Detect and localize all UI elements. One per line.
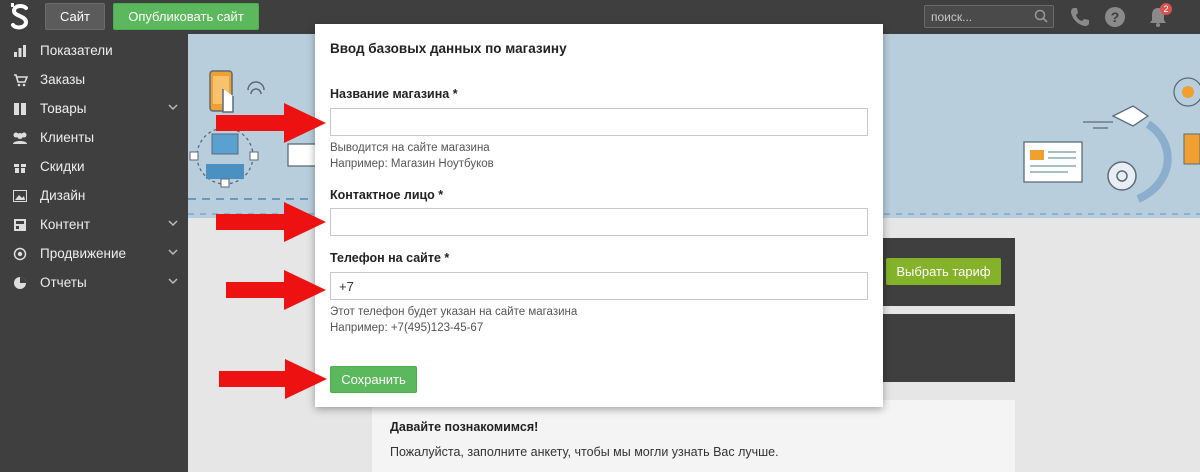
sidebar-item-design[interactable]: Дизайн [0, 181, 188, 210]
target-icon [0, 247, 40, 261]
logo[interactable] [0, 0, 40, 34]
contact-label: Контактное лицо * [330, 188, 444, 202]
sidebar-item-clients[interactable]: Клиенты [0, 123, 188, 152]
sidebar-item-products[interactable]: Товары [0, 94, 188, 123]
phone-icon[interactable] [1068, 5, 1092, 29]
search-box[interactable] [924, 5, 1054, 28]
notification-badge: 2 [1160, 3, 1172, 15]
phone-hint: Этот телефон будет указан на сайте магаз… [330, 306, 578, 318]
chevron-down-icon[interactable] [168, 276, 178, 286]
store-name-hint: Выводится на сайте магазина [330, 142, 490, 154]
intro-card: Давайте познакомимся! Пожалуйста, заполн… [372, 400, 1015, 472]
pie-chart-icon [0, 276, 40, 290]
users-icon [0, 131, 40, 145]
search-input[interactable] [931, 9, 1031, 25]
site-button[interactable]: Сайт [45, 3, 105, 30]
contact-input[interactable] [330, 208, 868, 236]
card-text: Пожалуйста, заполните анкету, чтобы мы м… [390, 445, 779, 459]
phone-example: Например: +7(495)123-45-67 [330, 322, 484, 334]
arrow-right-icon [226, 270, 326, 310]
store-data-modal: Ввод базовых данных по магазину Название… [315, 24, 883, 407]
arrow-right-icon [216, 103, 326, 143]
sidebar-item-label: Отчеты [40, 275, 87, 290]
phone-label: Телефон на сайте * [330, 251, 450, 265]
gift-icon [0, 160, 40, 174]
svg-text:?: ? [1111, 9, 1120, 25]
card-title: Давайте познакомимся! [390, 420, 539, 434]
search-icon[interactable] [1034, 9, 1048, 23]
store-name-example: Например: Магазин Ноутбуков [330, 158, 494, 170]
sidebar-item-indicators[interactable]: Показатели [0, 36, 188, 65]
sidebar-item-label: Дизайн [40, 188, 86, 203]
sidebar-item-label: Клиенты [40, 130, 95, 145]
publish-site-button[interactable]: Опубликовать сайт [113, 3, 259, 30]
sidebar-item-label: Продвижение [40, 246, 127, 261]
phone-input[interactable] [330, 272, 868, 300]
sidebar-item-label: Товары [40, 101, 87, 116]
sidebar-item-label: Заказы [40, 72, 86, 87]
modal-title: Ввод базовых данных по магазину [330, 41, 567, 56]
logo-icon [11, 3, 29, 30]
sidebar-item-label: Контент [40, 217, 91, 232]
save-button[interactable]: Сохранить [330, 366, 417, 393]
chevron-down-icon[interactable] [168, 247, 178, 257]
sidebar-item-discounts[interactable]: Скидки [0, 152, 188, 181]
sidebar-item-reports[interactable]: Отчеты [0, 268, 188, 297]
layout-icon [0, 218, 40, 232]
sidebar: Показатели Заказы Товары Клиенты Скидки … [0, 34, 188, 472]
sidebar-item-label: Скидки [40, 159, 85, 174]
book-icon [0, 102, 40, 116]
image-icon [0, 189, 40, 202]
chevron-down-icon[interactable] [168, 218, 178, 228]
arrow-right-icon [216, 202, 326, 242]
arrow-right-icon [219, 359, 327, 399]
store-name-input[interactable] [330, 108, 868, 136]
help-icon[interactable]: ? [1103, 5, 1127, 29]
cart-icon [0, 73, 40, 87]
bar-chart-icon [0, 44, 40, 58]
chevron-down-icon[interactable] [168, 102, 178, 112]
store-name-label: Название магазина * [330, 87, 458, 101]
sidebar-item-label: Показатели [40, 43, 113, 58]
sidebar-item-content[interactable]: Контент [0, 210, 188, 239]
sidebar-item-orders[interactable]: Заказы [0, 65, 188, 94]
sidebar-item-promotion[interactable]: Продвижение [0, 239, 188, 268]
choose-tariff-button[interactable]: Выбрать тариф [886, 258, 1001, 285]
